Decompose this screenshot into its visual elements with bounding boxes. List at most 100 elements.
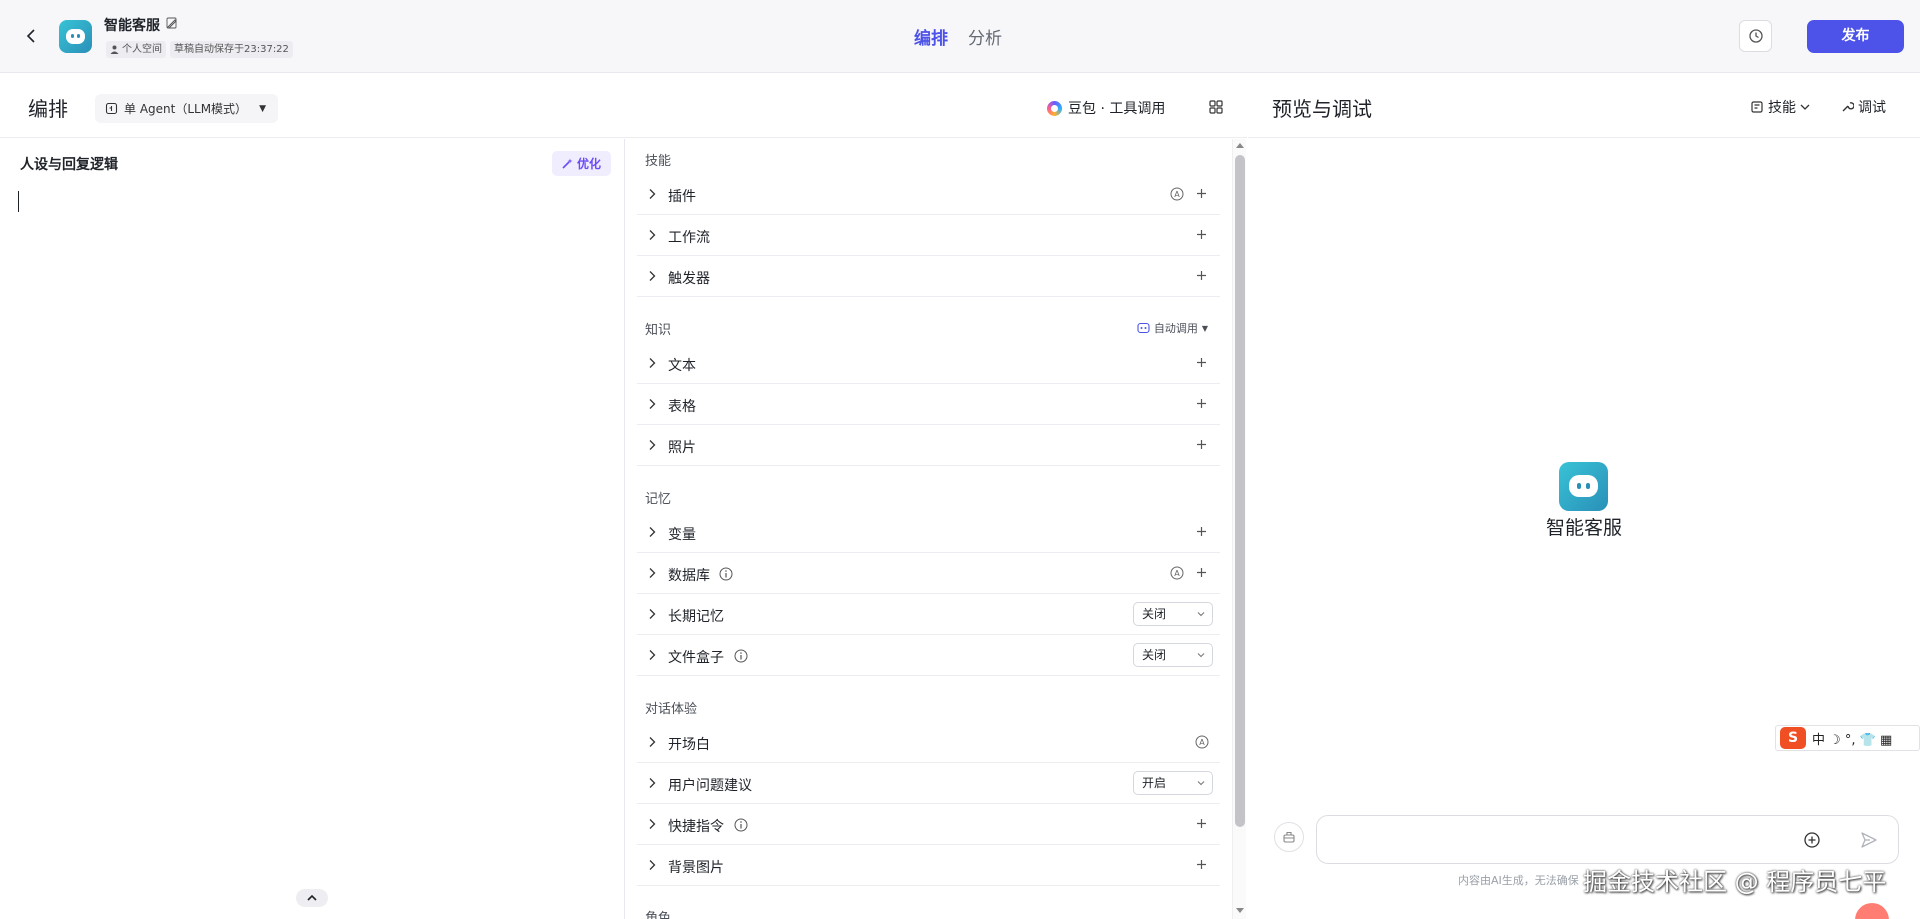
chevron-right-icon bbox=[649, 778, 656, 788]
group-skills: 技能 bbox=[645, 154, 672, 169]
chevron-right-icon bbox=[649, 271, 656, 281]
add-icon[interactable] bbox=[1196, 526, 1207, 537]
row-background[interactable]: 背景图片 bbox=[637, 845, 1220, 886]
row-text[interactable]: 文本 bbox=[637, 343, 1220, 384]
chat-input[interactable] bbox=[1329, 826, 1789, 854]
tab-analysis[interactable]: 分析 bbox=[968, 24, 1002, 49]
auto-mode-icon[interactable]: A bbox=[1170, 566, 1184, 580]
chevron-right-icon bbox=[649, 527, 656, 537]
auto-mode-icon[interactable]: A bbox=[1195, 735, 1209, 749]
row-trigger[interactable]: 触发器 bbox=[637, 256, 1220, 297]
chevron-right-icon bbox=[649, 860, 656, 870]
add-icon[interactable] bbox=[1196, 567, 1207, 578]
wrench-icon bbox=[1842, 102, 1854, 112]
publish-button[interactable]: 发布 bbox=[1807, 20, 1904, 53]
scroll-down-icon[interactable] bbox=[1236, 908, 1244, 913]
collapse-button[interactable] bbox=[296, 889, 328, 907]
file-box-select[interactable]: 关闭 bbox=[1133, 643, 1213, 667]
add-icon[interactable] bbox=[1196, 229, 1207, 240]
bot-avatar bbox=[1559, 462, 1608, 511]
history-button[interactable] bbox=[1739, 20, 1772, 52]
agent-mode-select[interactable]: 单 Agent（LLM模式） ▼ bbox=[95, 94, 278, 123]
auto-call-select[interactable]: 自动调用 ▼ bbox=[1137, 320, 1208, 336]
add-attachment-icon[interactable] bbox=[1803, 831, 1821, 849]
persona-editor[interactable] bbox=[18, 191, 19, 212]
chevron-down-icon bbox=[1197, 653, 1205, 658]
caret-down-icon: ▼ bbox=[259, 103, 266, 114]
model-select[interactable]: 豆包 · 工具调用 bbox=[1047, 96, 1165, 120]
row-workflow[interactable]: 工作流 bbox=[637, 215, 1220, 256]
chevron-right-icon bbox=[649, 399, 656, 409]
preview-actions: 技能 调试 bbox=[1750, 97, 1886, 117]
chevron-right-icon bbox=[649, 189, 656, 199]
magic-wand-icon bbox=[562, 158, 573, 169]
send-icon[interactable] bbox=[1859, 830, 1879, 850]
app-name: 智能客服 bbox=[104, 18, 160, 34]
persona-panel: 人设与回复逻辑 优化 bbox=[0, 139, 625, 919]
group-memory: 记忆 bbox=[645, 492, 672, 507]
auto-mode-icon[interactable]: A bbox=[1170, 187, 1184, 201]
back-icon[interactable] bbox=[22, 26, 42, 46]
row-shortcut[interactable]: 快捷指令 bbox=[637, 804, 1220, 845]
editor-title: 编排 bbox=[28, 97, 68, 121]
info-icon[interactable] bbox=[734, 649, 748, 663]
watermark: 掘金技术社区 @ 程序员七平 bbox=[1583, 868, 1887, 896]
broom-icon bbox=[1283, 831, 1295, 843]
ai-disclaimer: 内容由AI生成，无法确保 bbox=[1458, 874, 1579, 887]
info-icon[interactable] bbox=[719, 567, 733, 581]
assistant-float-icon[interactable] bbox=[1855, 903, 1889, 919]
add-icon[interactable] bbox=[1196, 357, 1207, 368]
chevron-down-icon bbox=[1800, 104, 1810, 110]
debug-button[interactable]: 调试 bbox=[1840, 97, 1886, 117]
person-icon bbox=[110, 45, 119, 54]
svg-text:A: A bbox=[1199, 738, 1205, 747]
row-suggestion[interactable]: 用户问题建议 开启 bbox=[637, 763, 1220, 804]
edit-icon[interactable] bbox=[166, 16, 180, 30]
persona-title: 人设与回复逻辑 bbox=[20, 157, 118, 173]
add-icon[interactable] bbox=[1196, 398, 1207, 409]
scroll-up-icon[interactable] bbox=[1236, 143, 1244, 148]
tab-arrange[interactable]: 编排 bbox=[914, 24, 948, 49]
long-memory-select[interactable]: 关闭 bbox=[1133, 602, 1213, 626]
row-table[interactable]: 表格 bbox=[637, 384, 1220, 425]
info-icon[interactable] bbox=[734, 818, 748, 832]
preview-bar: 预览与调试 技能 调试 bbox=[1248, 74, 1920, 138]
add-icon[interactable] bbox=[1196, 818, 1207, 829]
optimize-button[interactable]: 优化 bbox=[552, 151, 612, 176]
caret-down-icon: ▼ bbox=[1201, 323, 1208, 333]
chevron-down-icon bbox=[1197, 781, 1205, 786]
skills-panel: 技能 插件 A 工作流 触发器 知识 自动调用 ▼ 文本 表格 照片 记忆 变量… bbox=[626, 139, 1231, 919]
group-role: 角色 bbox=[645, 911, 672, 919]
add-icon[interactable] bbox=[1196, 859, 1207, 870]
center-tabs: 编排 分析 bbox=[914, 24, 1002, 49]
row-variable[interactable]: 变量 bbox=[637, 512, 1220, 553]
clear-context-button[interactable] bbox=[1274, 822, 1304, 852]
suggestion-select[interactable]: 开启 bbox=[1133, 771, 1213, 795]
layout-grid-icon[interactable] bbox=[1208, 99, 1224, 115]
row-plugin[interactable]: 插件 A bbox=[637, 174, 1220, 215]
svg-text:A: A bbox=[1174, 190, 1180, 199]
row-database[interactable]: 数据库 A bbox=[637, 553, 1220, 594]
add-icon[interactable] bbox=[1196, 439, 1207, 450]
skills-dropdown[interactable]: 技能 bbox=[1750, 97, 1810, 117]
add-icon[interactable] bbox=[1196, 188, 1207, 199]
chevron-right-icon bbox=[649, 819, 656, 829]
ime-toolbar[interactable]: S 中 ☽ °, 👕 ▦ bbox=[1775, 725, 1920, 751]
row-opening[interactable]: 开场白 A bbox=[637, 722, 1220, 763]
svg-text:A: A bbox=[1174, 569, 1180, 578]
auto-call-icon bbox=[1137, 322, 1150, 334]
add-icon[interactable] bbox=[1196, 270, 1207, 281]
row-file-box[interactable]: 文件盒子 关闭 bbox=[637, 635, 1220, 676]
scroll-thumb[interactable] bbox=[1235, 155, 1245, 827]
chevron-right-icon bbox=[649, 230, 656, 240]
row-photo[interactable]: 照片 bbox=[637, 425, 1220, 466]
row-long-memory[interactable]: 长期记忆 关闭 bbox=[637, 594, 1220, 635]
doubao-logo-icon bbox=[1047, 100, 1062, 116]
chevron-right-icon bbox=[649, 568, 656, 578]
chevron-right-icon bbox=[649, 737, 656, 747]
chat-input-box bbox=[1316, 815, 1899, 864]
app-avatar bbox=[59, 20, 92, 53]
skills-scrollbar[interactable] bbox=[1232, 139, 1246, 919]
preview-title: 预览与调试 bbox=[1272, 97, 1372, 121]
top-bar: 智能客服 个人空间 草稿自动保存于23:37:22 编排 分析 发布 bbox=[0, 0, 1920, 73]
